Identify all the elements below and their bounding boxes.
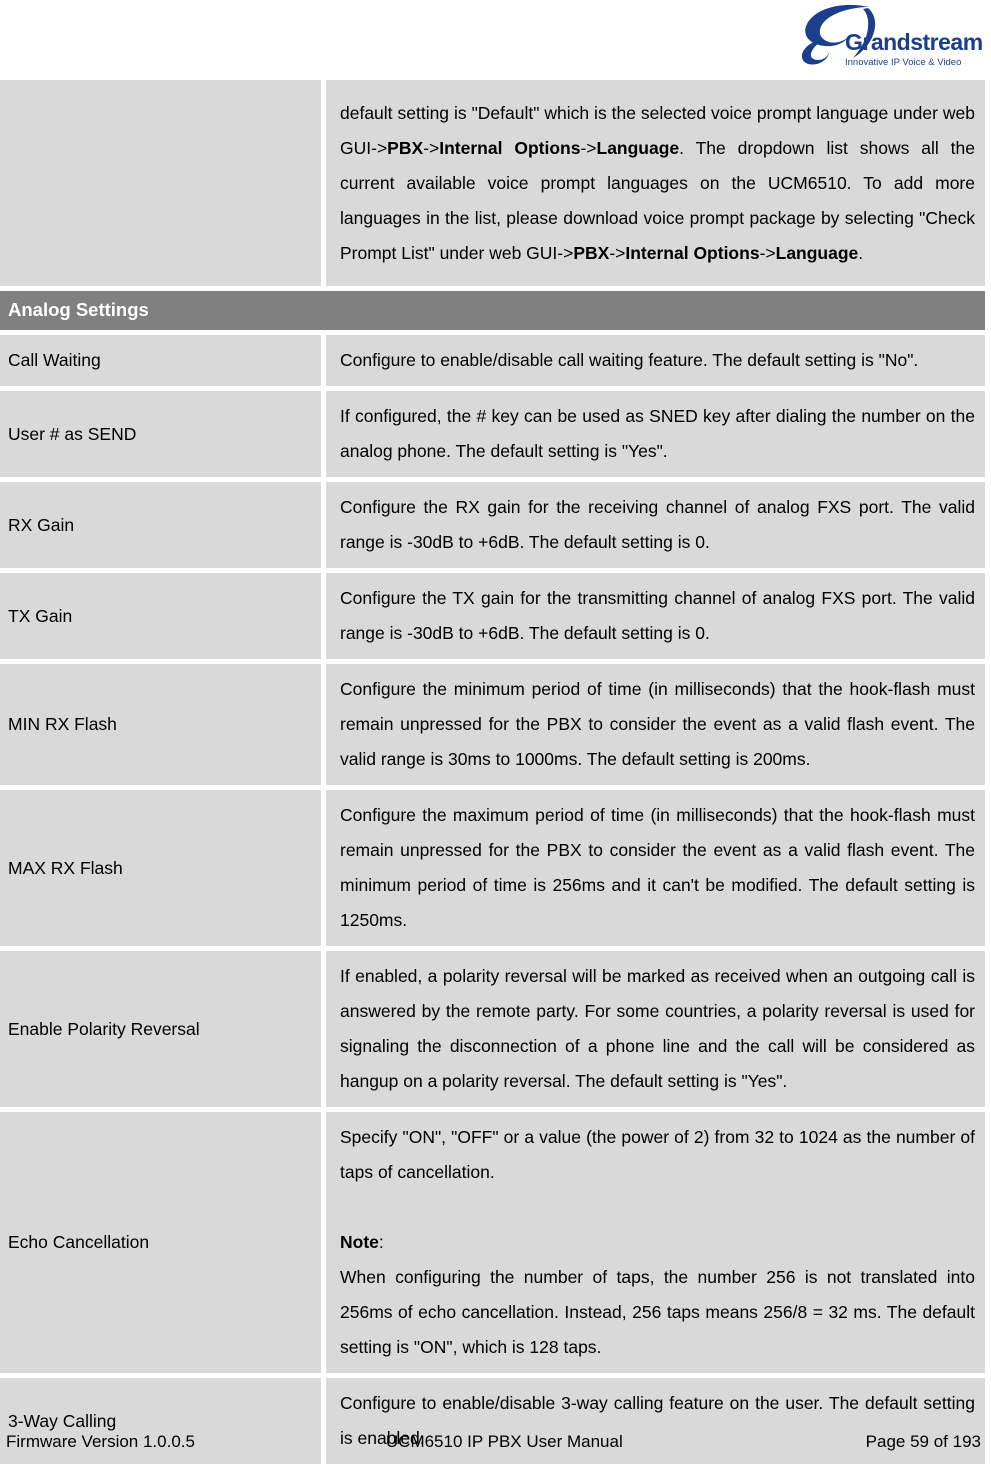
- row-description: Configure to enable/disable 3-way callin…: [326, 1378, 985, 1469]
- body-text: ->: [609, 242, 626, 263]
- body-text: Configure the RX gain for the receiving …: [340, 497, 975, 552]
- description-paragraph: Note:: [340, 1225, 975, 1260]
- row-label: Echo Cancellation: [0, 1112, 326, 1378]
- description-paragraph: Configure to enable/disable call waiting…: [340, 343, 975, 378]
- body-text: Configure to enable/disable call waiting…: [340, 350, 919, 370]
- table-row: Enable Polarity Reversal If enabled, a po…: [0, 951, 985, 1112]
- body-text: Configure the minimum period of time (in…: [340, 679, 975, 769]
- body-text: ->: [580, 137, 597, 158]
- description-paragraph: Configure the TX gain for the transmitti…: [340, 581, 975, 651]
- emphasis-text: Language: [775, 242, 859, 263]
- row-label: 3-Way Calling: [0, 1378, 326, 1469]
- paragraph-spacer: [340, 1190, 975, 1225]
- emphasis-text: Internal Options: [439, 137, 581, 158]
- description-paragraph: Configure the RX gain for the receiving …: [340, 490, 975, 560]
- row-label-continued: [0, 80, 326, 291]
- description-paragraph: If enabled, a polarity reversal will be …: [340, 959, 975, 1099]
- row-description: Specify "ON", "OFF" or a value (the powe…: [326, 1112, 985, 1378]
- row-label: MIN RX Flash: [0, 664, 326, 790]
- table-row: MAX RX Flash Configure the maximum period…: [0, 790, 985, 951]
- row-description-continued: default setting is "Default" which is th…: [326, 80, 985, 291]
- page-footer: Firmware Version 1.0.0.5 UCM6510 IP PBX …: [0, 1432, 985, 1452]
- body-text: ->: [423, 137, 440, 158]
- table-row-continued: default setting is "Default" which is th…: [0, 80, 985, 291]
- settings-description-table: default setting is "Default" which is th…: [0, 80, 985, 1469]
- description-paragraph: default setting is "Default" which is th…: [340, 96, 975, 271]
- description-paragraph: If configured, the # key can be used as …: [340, 399, 975, 469]
- body-text: .: [858, 242, 864, 263]
- row-description: Configure the TX gain for the transmitti…: [326, 573, 985, 664]
- body-text: ->: [759, 242, 776, 263]
- row-label: User # as SEND: [0, 391, 326, 482]
- logo-tagline: Innovative IP Voice & Video: [845, 57, 961, 68]
- logo-wordmark: Grandstream: [845, 29, 983, 55]
- table-row: MIN RX Flash Configure the minimum period…: [0, 664, 985, 790]
- row-description: Configure the minimum period of time (in…: [326, 664, 985, 790]
- row-label: Call Waiting: [0, 335, 326, 391]
- row-description: Configure the maximum period of time (in…: [326, 790, 985, 951]
- table-body: default setting is "Default" which is th…: [0, 80, 985, 1469]
- emphasis-text: PBX: [573, 242, 610, 263]
- table-row: TX Gain Configure the TX gain for the tra…: [0, 573, 985, 664]
- description-paragraph: Specify "ON", "OFF" or a value (the powe…: [340, 1120, 975, 1190]
- table-row: RX Gain Configure the RX gain for the rec…: [0, 482, 985, 573]
- row-label: TX Gain: [0, 573, 326, 664]
- description-paragraph: Configure the minimum period of time (in…: [340, 672, 975, 777]
- table-row: Call Waiting Configure to enable/disable …: [0, 335, 985, 391]
- body-text: :: [378, 1232, 384, 1252]
- body-text: Configure the TX gain for the transmitti…: [340, 588, 975, 643]
- footer-page-number: Page 59 of 193: [865, 1432, 981, 1451]
- table-row: 3-Way Calling Configure to enable/disable…: [0, 1378, 985, 1469]
- body-text: If configured, the # key can be used as …: [340, 406, 975, 461]
- body-text: Configure the maximum period of time (in…: [340, 805, 975, 930]
- row-description: Configure to enable/disable call waiting…: [326, 335, 985, 391]
- row-description: Configure the RX gain for the receiving …: [326, 482, 985, 573]
- section-header-analog-settings: Analog Settings: [0, 291, 985, 335]
- description-paragraph: When configuring the number of taps, the…: [340, 1260, 975, 1365]
- emphasis-text: Internal Options: [625, 242, 760, 263]
- body-text: If enabled, a polarity reversal will be …: [340, 966, 975, 1091]
- row-label: Enable Polarity Reversal: [0, 951, 326, 1112]
- description-paragraph: Configure the maximum period of time (in…: [340, 798, 975, 938]
- row-label: RX Gain: [0, 482, 326, 573]
- footer-manual-title: UCM6510 IP PBX User Manual: [385, 1432, 623, 1451]
- body-text: Specify "ON", "OFF" or a value (the powe…: [340, 1127, 975, 1182]
- emphasis-text: Note: [340, 1232, 379, 1252]
- table-row: User # as SEND If configured, the # key c…: [0, 391, 985, 482]
- body-text: When configuring the number of taps, the…: [340, 1267, 975, 1357]
- row-label: MAX RX Flash: [0, 790, 326, 951]
- emphasis-text: Language: [596, 137, 680, 158]
- emphasis-text: PBX: [387, 137, 424, 158]
- page-header: Grandstream Innovative IP Voice & Video: [0, 0, 991, 80]
- footer-firmware-version: Firmware Version 1.0.0.5: [6, 1432, 195, 1451]
- section-header-row: Analog Settings: [0, 291, 985, 335]
- table-row: Echo Cancellation Specify "ON", "OFF" or …: [0, 1112, 985, 1378]
- row-description: If enabled, a polarity reversal will be …: [326, 951, 985, 1112]
- row-description: If configured, the # key can be used as …: [326, 391, 985, 482]
- grandstream-logo: Grandstream Innovative IP Voice & Video: [773, 2, 983, 74]
